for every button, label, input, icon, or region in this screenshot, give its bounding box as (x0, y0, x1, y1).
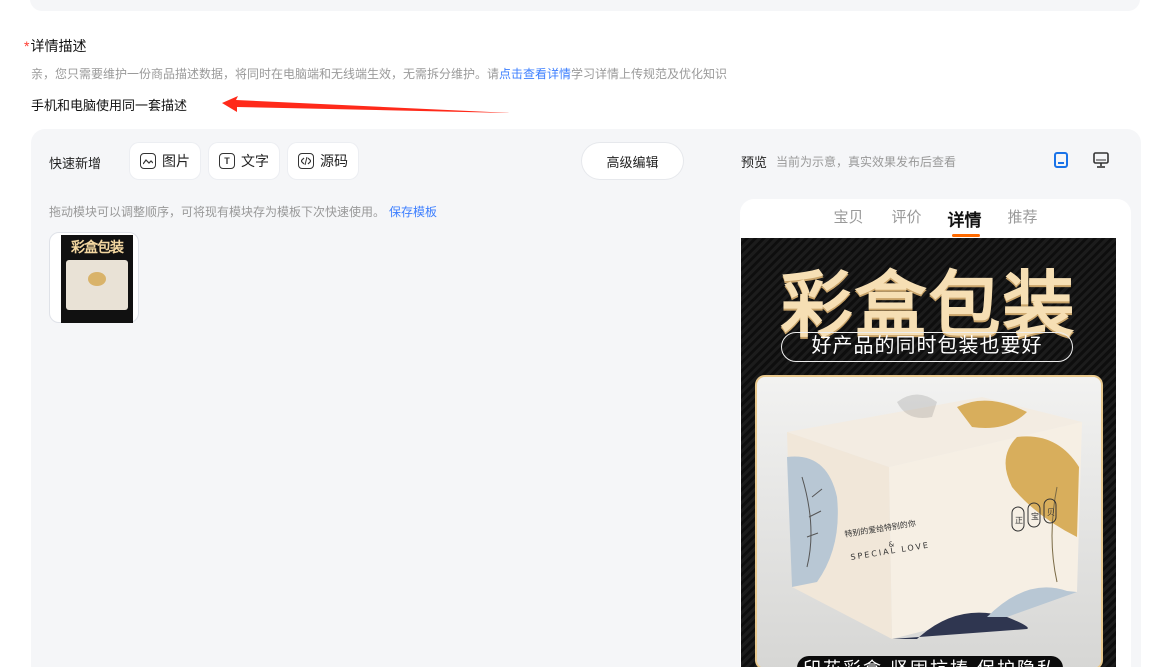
desktop-icon[interactable] (1091, 150, 1111, 170)
add-image-label: 图片 (162, 153, 190, 169)
help-tip: 亲，您只需要维护一份商品描述数据，将同时在电脑端和无线端生效，无需拆分维护。请点… (31, 65, 727, 82)
section-title-text: 详情描述 (30, 38, 87, 54)
preview-label: 预览 (741, 155, 768, 170)
save-template-link[interactable]: 保存模板 (389, 205, 437, 219)
mobile-preview: 宝贝 评价 详情 推荐 彩盒包装 好产品的同时包装也要好 正 宝 贝 特别的爱给… (740, 199, 1131, 667)
tab-details[interactable]: 详情 (936, 199, 994, 238)
module-thumbnail-title: 彩盒包装 (71, 239, 124, 255)
help-tip-suffix: 学习详情上传规范及优化知识 (571, 67, 728, 81)
drag-tip-text: 拖动模块可以调整顺序，可将现有模块存为模板下次快速使用。 (49, 205, 386, 219)
tab-reviews[interactable]: 评价 (878, 199, 936, 238)
box-badge-1: 正 (1015, 516, 1023, 525)
drag-tip: 拖动模块可以调整顺序，可将现有模块存为模板下次快速使用。 保存模板 (49, 203, 437, 220)
tab-item[interactable]: 宝贝 (820, 199, 878, 238)
help-tip-prefix: 亲，您只需要维护一份商品描述数据，将同时在电脑端和无线端生效，无需拆分维护。请 (31, 67, 500, 81)
add-code-label: 源码 (320, 153, 348, 169)
previous-section-card (30, 0, 1140, 11)
banner-footer: 印花彩盒 坚固抗揍 保护隐私 (797, 656, 1063, 667)
quick-add-label: 快速新增 (49, 156, 102, 171)
box-badge-2: 宝 (1031, 511, 1039, 521)
add-code-button[interactable]: 源码 (288, 143, 358, 179)
view-details-link[interactable]: 点击查看详情 (499, 67, 571, 81)
banner-slogan: 好产品的同时包装也要好 (781, 332, 1073, 362)
gift-box-illustration: 正 宝 贝 特别的爱给特别的你 & SPECIAL LOVE (757, 377, 1101, 667)
image-icon (140, 153, 156, 169)
image-module-thumbnail[interactable]: 彩盒包装 (49, 232, 139, 323)
text-icon: T (219, 153, 235, 169)
add-image-button[interactable]: 图片 (130, 143, 200, 179)
preview-tabs: 宝贝 评价 详情 推荐 (740, 199, 1131, 238)
shared-description-note: 手机和电脑使用同一套描述 (31, 98, 188, 113)
advanced-edit-button[interactable]: 高级编辑 (582, 143, 683, 179)
detail-banner-image: 彩盒包装 好产品的同时包装也要好 正 宝 贝 特别的爱给特别的你 & SPECI… (741, 238, 1116, 667)
product-box-photo: 正 宝 贝 特别的爱给特别的你 & SPECIAL LOVE (755, 375, 1103, 667)
box-badge-3: 贝 (1047, 508, 1055, 517)
code-icon (298, 153, 314, 169)
add-text-button[interactable]: T 文字 (209, 143, 279, 179)
required-mark: * (24, 38, 30, 54)
preview-note: 当前为示意，真实效果发布后查看 (776, 155, 957, 169)
mobile-icon[interactable] (1051, 150, 1071, 170)
section-title: *详情描述 (24, 36, 86, 56)
thumbnail-box-graphic (66, 260, 128, 310)
tab-recommend[interactable]: 推荐 (994, 199, 1052, 238)
add-text-label: 文字 (241, 153, 269, 169)
module-thumbnail-image: 彩盒包装 (61, 235, 133, 323)
